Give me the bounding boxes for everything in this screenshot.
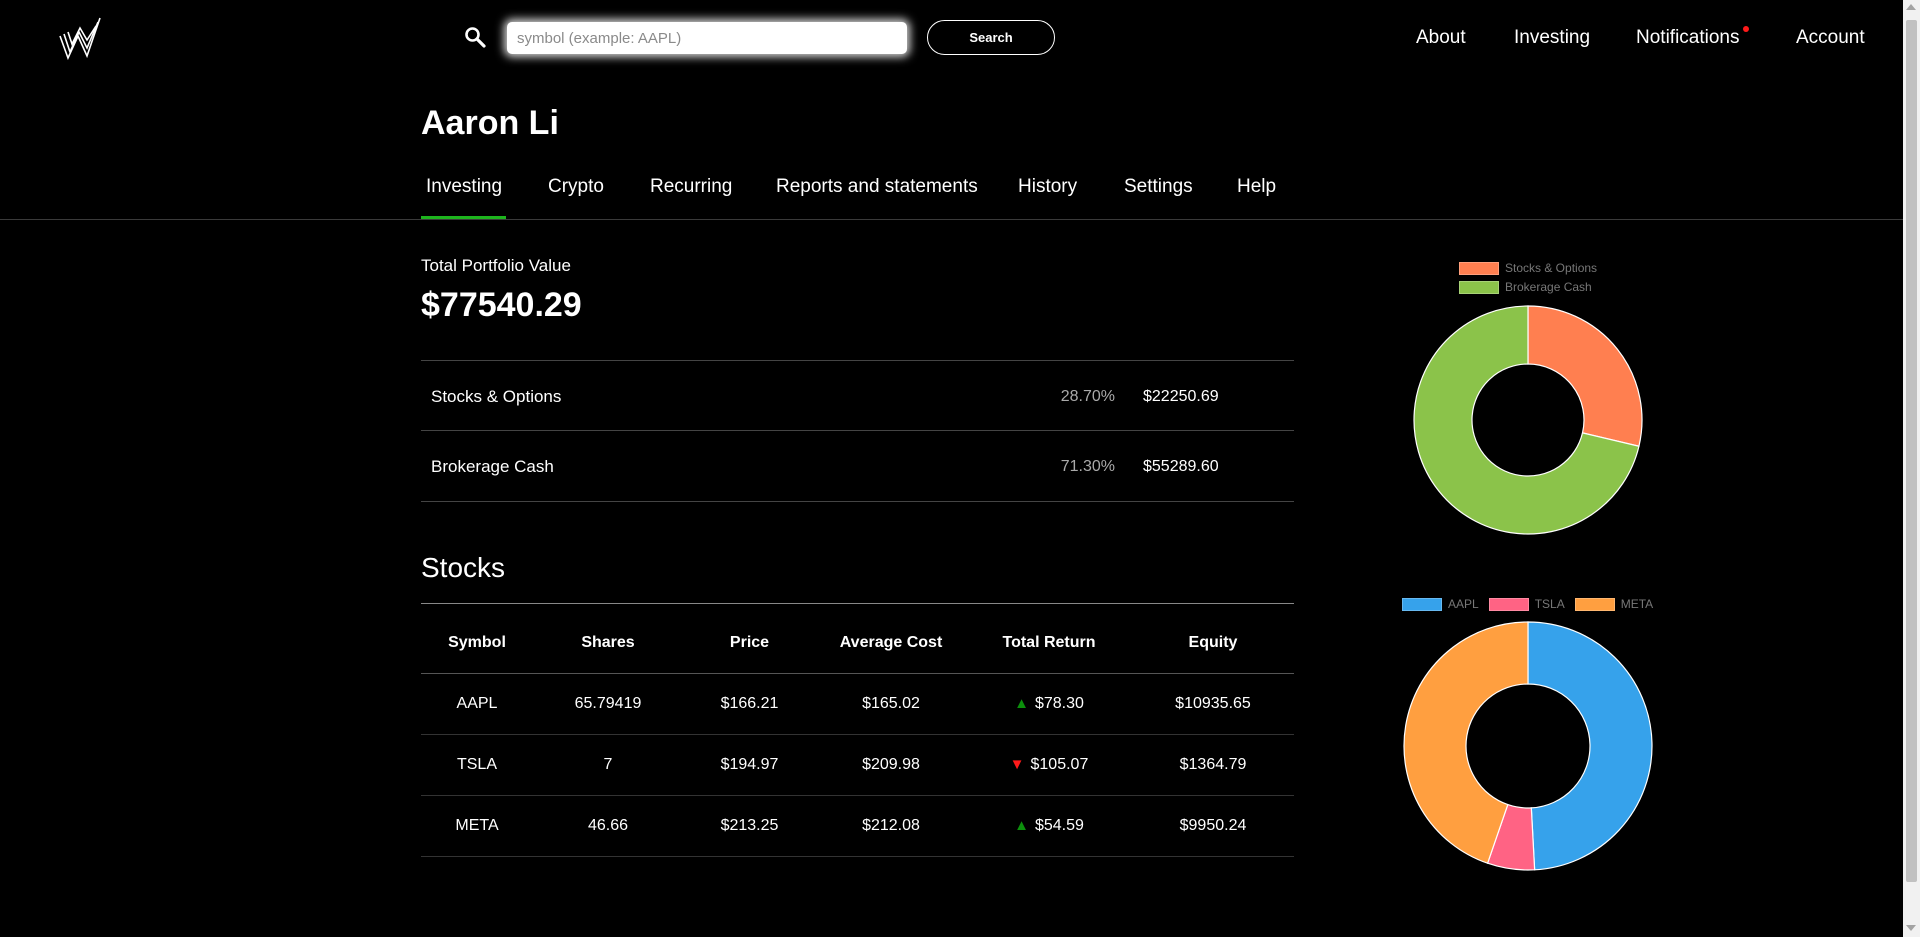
- search-input[interactable]: [507, 22, 907, 54]
- allocation-legend-item[interactable]: Stocks & Options: [1459, 261, 1599, 275]
- allocation-legend-item[interactable]: Brokerage Cash: [1459, 280, 1599, 294]
- nav-notifications[interactable]: Notifications: [1636, 27, 1740, 49]
- cell-equity: $1364.79: [1132, 734, 1294, 796]
- cell-equity: $9950.24: [1132, 795, 1294, 857]
- legend-label: META: [1620, 597, 1654, 611]
- column-header-average-cost: Average Cost: [816, 613, 966, 674]
- tab-crypto[interactable]: Crypto: [548, 176, 604, 198]
- search-button[interactable]: Search: [927, 20, 1055, 55]
- tab-recurring[interactable]: Recurring: [650, 176, 732, 198]
- table-row[interactable]: META 46.66 $213.25 $212.08 ▲ $54.59 $9950…: [421, 795, 1294, 857]
- cell-equity: $10935.65: [1132, 673, 1294, 735]
- cell-total-return: ▼ $105.07: [966, 734, 1132, 796]
- allocation-chart-legend: Stocks & Options Brokerage Cash: [1459, 261, 1599, 299]
- cell-shares: 46.66: [533, 795, 683, 857]
- nav-investing[interactable]: Investing: [1514, 27, 1590, 49]
- column-header-price: Price: [683, 613, 816, 674]
- tab-reports-and-statements[interactable]: Reports and statements: [776, 176, 978, 198]
- notification-dot: [1743, 26, 1749, 32]
- cell-average-cost: $165.02: [816, 673, 966, 735]
- cell-average-cost: $212.08: [816, 795, 966, 857]
- allocation-amount: $22250.69: [1143, 388, 1219, 405]
- arrow-up-icon: ▲: [1014, 817, 1029, 834]
- arrow-up-icon: ▲: [1014, 695, 1029, 712]
- legend-swatch: [1574, 597, 1615, 611]
- slice-stocks-options[interactable]: [1527, 305, 1643, 447]
- total-return-value: $78.30: [1034, 695, 1084, 712]
- table-row[interactable]: TSLA 7 $194.97 $209.98 ▼ $105.07 $1364.79: [421, 734, 1294, 796]
- legend-swatch: [1459, 261, 1499, 275]
- cell-price: $166.21: [683, 673, 816, 735]
- holdings-legend-item[interactable]: TSLA: [1488, 597, 1565, 611]
- logo[interactable]: [58, 14, 102, 60]
- tab-settings[interactable]: Settings: [1124, 176, 1193, 198]
- portfolio-label: Total Portfolio Value: [421, 256, 571, 275]
- portfolio-value: $77540.29: [421, 286, 582, 324]
- total-return-value: $54.59: [1034, 817, 1084, 834]
- cell-shares: 7: [533, 734, 683, 796]
- allocation-name: Brokerage Cash: [431, 457, 554, 476]
- cell-shares: 65.79419: [533, 673, 683, 735]
- legend-swatch: [1459, 280, 1499, 294]
- cell-symbol: META: [421, 795, 533, 857]
- table-row[interactable]: AAPL 65.79419 $166.21 $165.02 ▲ $78.30 $1…: [421, 673, 1294, 735]
- divider: [421, 360, 1294, 361]
- total-return-value: $105.07: [1030, 756, 1089, 773]
- allocation-amount: $55289.60: [1143, 458, 1219, 475]
- cell-price: $194.97: [683, 734, 816, 796]
- column-header-total-return: Total Return: [966, 613, 1132, 674]
- legend-label: AAPL: [1448, 597, 1479, 611]
- legend-label: Stocks & Options: [1505, 261, 1598, 275]
- legend-label: TSLA: [1534, 597, 1565, 611]
- column-header-symbol: Symbol: [421, 613, 533, 674]
- cell-total-return: ▲ $78.30: [966, 673, 1132, 735]
- holdings-doughnut-chart: [1403, 621, 1653, 871]
- allocation-doughnut-chart: [1413, 305, 1643, 535]
- cell-symbol: AAPL: [421, 673, 533, 735]
- cell-price: $213.25: [683, 795, 816, 857]
- arrow-down-icon: ▼: [1009, 756, 1025, 773]
- nav-about[interactable]: About: [1416, 27, 1466, 49]
- tab-investing[interactable]: Investing: [426, 176, 502, 198]
- divider: [421, 603, 1294, 604]
- scroll-up-arrow-icon[interactable]: [1906, 4, 1916, 10]
- page-title: Aaron Li: [421, 104, 559, 142]
- cell-average-cost: $209.98: [816, 734, 966, 796]
- column-header-equity: Equity: [1132, 613, 1294, 674]
- cell-total-return: ▲ $54.59: [966, 795, 1132, 857]
- table-header-row: Symbol Shares Price Average Cost Total R…: [421, 613, 1294, 674]
- holdings-legend-item[interactable]: AAPL: [1402, 597, 1479, 611]
- nav-account[interactable]: Account: [1796, 27, 1865, 49]
- header-divider: [0, 219, 1903, 220]
- cell-symbol: TSLA: [421, 734, 533, 796]
- legend-swatch: [1402, 597, 1442, 611]
- divider: [421, 430, 1294, 431]
- tab-history[interactable]: History: [1018, 176, 1077, 198]
- scrollbar-thumb[interactable]: [1906, 20, 1917, 882]
- legend-label: Brokerage Cash: [1505, 280, 1592, 294]
- slice-aapl[interactable]: [1527, 621, 1653, 871]
- legend-swatch: [1488, 597, 1529, 611]
- search-icon[interactable]: [464, 26, 486, 48]
- column-header-shares: Shares: [533, 613, 683, 674]
- divider: [421, 501, 1294, 502]
- allocation-percent: 71.30%: [1060, 458, 1115, 475]
- allocation-name: Stocks & Options: [431, 387, 562, 406]
- allocation-percent: 28.70%: [1060, 388, 1115, 405]
- tab-help[interactable]: Help: [1237, 176, 1276, 198]
- holdings-legend-item[interactable]: META: [1574, 597, 1654, 611]
- stocks-table: Symbol Shares Price Average Cost Total R…: [421, 613, 1294, 857]
- scroll-down-arrow-icon[interactable]: [1906, 925, 1916, 931]
- holdings-chart-legend: AAPL TSLA META: [1402, 597, 1653, 611]
- stocks-heading: Stocks: [421, 552, 506, 583]
